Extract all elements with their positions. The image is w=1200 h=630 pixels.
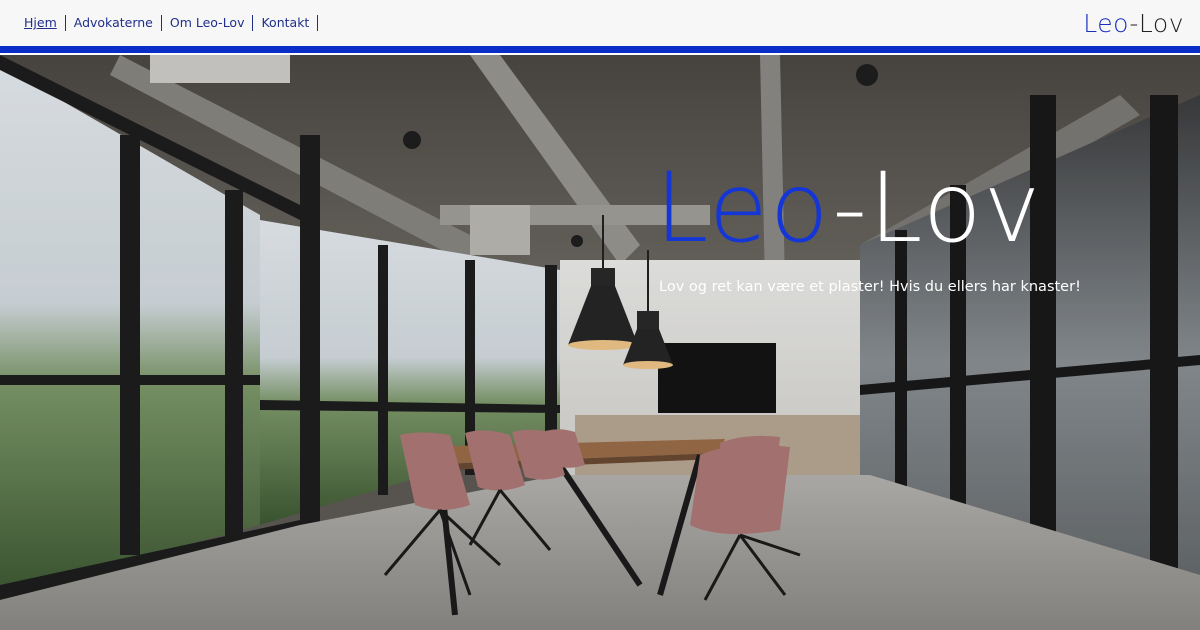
nav-link-om-leo-lov[interactable]: Om Leo-Lov xyxy=(162,15,254,31)
hero-title-part1: Leo xyxy=(655,152,833,264)
nav-link-hjem[interactable]: Hjem xyxy=(24,15,66,31)
hero-title-part2: -Lov xyxy=(832,152,1043,264)
top-navigation-bar: Hjem Advokaterne Om Leo-Lov Kontakt Leo-… xyxy=(0,0,1200,46)
hero-subtitle: Lov og ret kan være et plaster! Hvis du … xyxy=(659,279,1081,295)
brand-logo[interactable]: Leo-Lov xyxy=(1083,9,1184,38)
hero-section: Leo-Lov Lov og ret kan være et plaster! … xyxy=(0,55,1200,630)
main-nav: Hjem Advokaterne Om Leo-Lov Kontakt xyxy=(24,15,319,31)
brand-logo-part1: Leo xyxy=(1083,8,1130,38)
nav-link-advokaterne[interactable]: Advokaterne xyxy=(66,15,162,31)
hero-title: Leo-Lov xyxy=(655,153,1042,263)
accent-divider xyxy=(0,46,1200,53)
brand-logo-part2: -Lov xyxy=(1129,8,1184,38)
hero-background-image xyxy=(0,55,1200,630)
nav-link-kontakt[interactable]: Kontakt xyxy=(253,15,319,31)
